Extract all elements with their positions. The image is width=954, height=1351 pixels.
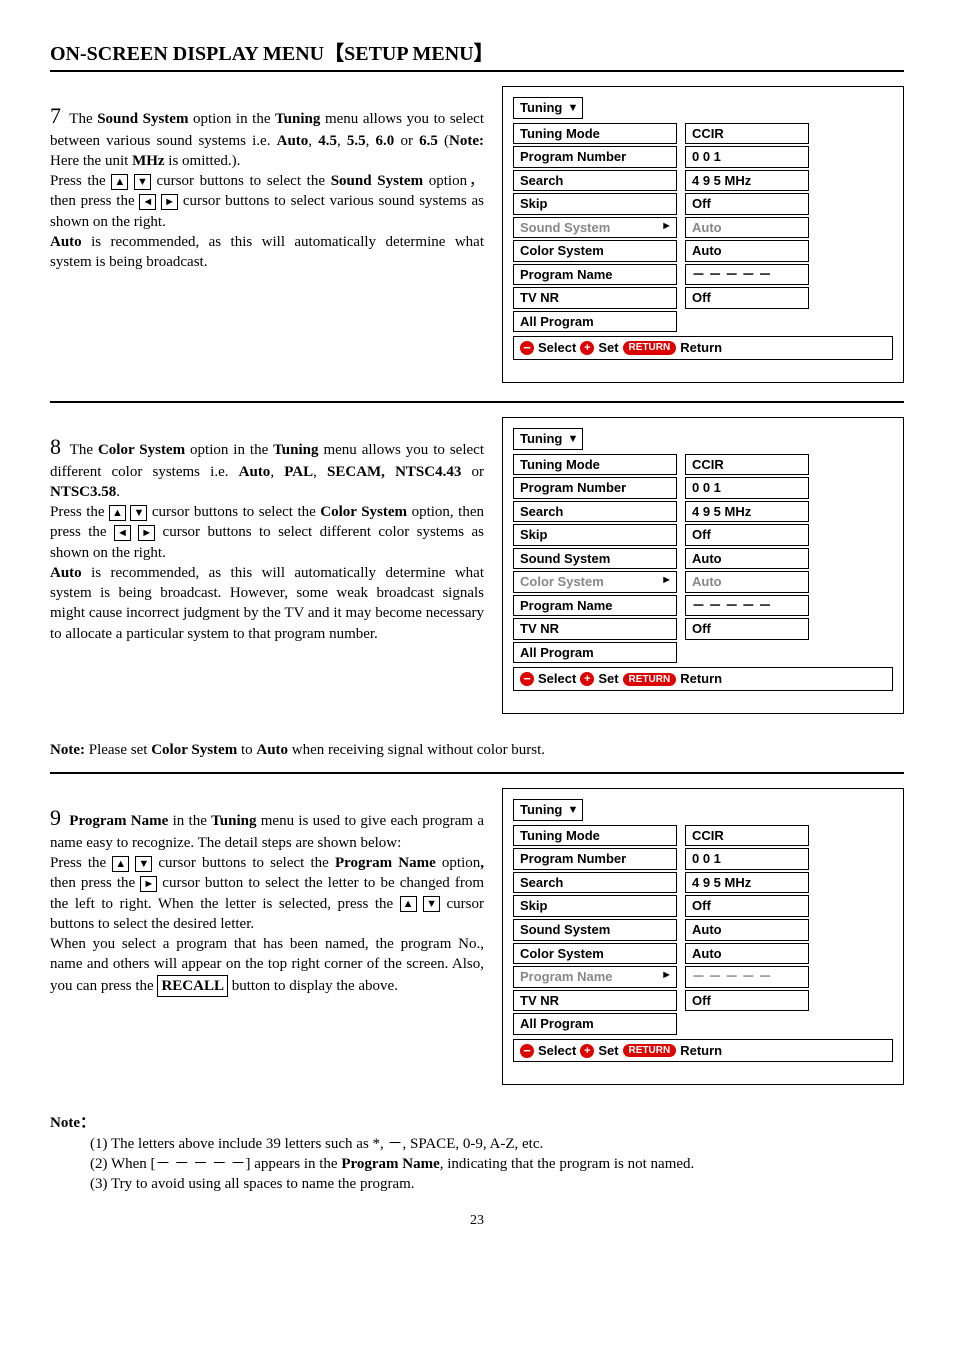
left-icon: ◄ [114,525,131,541]
return-pill: RETURN [623,673,677,687]
up-icon: ▲ [400,896,417,912]
plus-icon: + [580,341,594,355]
sec9-num: 9 [50,805,61,830]
down-icon: ▼ [423,896,440,912]
plus-icon: + [580,672,594,686]
menu-row-skip[interactable]: SkipOff [513,193,893,215]
up-icon: ▲ [111,174,128,190]
menu-row-all[interactable]: All Program [513,1013,893,1035]
bracket-open: 【 [324,41,344,65]
title-a: ON-SCREEN DISPLAY MENU [50,43,324,65]
menu-row-pname[interactable]: Program Name－ － － － － [513,595,893,617]
section-7-text: 7 The Sound System option in the Tuning … [50,86,484,383]
up-icon: ▲ [112,856,129,872]
return-pill: RETURN [623,1044,677,1058]
note-3: (3) Try to avoid using all spaces to nam… [90,1174,904,1194]
menu-row-color[interactable]: Color SystemAuto [513,240,893,262]
menu-title: Tuning▼ [513,799,583,821]
sec8-num: 8 [50,434,61,459]
minus-icon: − [520,1044,534,1058]
menu-footer: −Select +Set RETURNReturn [513,336,893,360]
section-9-text: 9 Program Name in the Tuning menu is use… [50,788,484,1085]
menu-row-pnum[interactable]: Program Number0 0 1 [513,477,893,499]
right-icon: ► [161,194,178,210]
menu-row-color[interactable]: Color System►Auto [513,571,893,593]
recall-button-label: RECALL [157,975,228,997]
menu-row-search[interactable]: Search4 9 5 MHz [513,170,893,192]
menu-row-tvnr[interactable]: TV NROff [513,990,893,1012]
left-icon: ◄ [139,194,156,210]
menu-row-sound[interactable]: Sound SystemAuto [513,919,893,941]
menu-row-color[interactable]: Color SystemAuto [513,943,893,965]
menu-row-mode[interactable]: Tuning ModeCCIR [513,123,893,145]
menu-row-mode[interactable]: Tuning ModeCCIR [513,454,893,476]
title-b: SETUP MENU [344,43,473,65]
note-heading: Note： [50,1115,95,1131]
menu-footer: −Select +Set RETURNReturn [513,667,893,691]
menu-row-tvnr[interactable]: TV NROff [513,287,893,309]
menu-row-mode[interactable]: Tuning ModeCCIR [513,825,893,847]
right-icon: ► [138,525,155,541]
menu-row-all[interactable]: All Program [513,311,893,333]
chevron-down-icon: ▼ [567,803,578,818]
note-intermediate: Note: Please set Color System to Auto wh… [50,740,904,774]
plus-icon: + [580,1044,594,1058]
right-arrow-icon: ► [661,219,672,234]
menu-row-pname[interactable]: Program Name－ － － － － [513,264,893,286]
menu-footer: −Select +Set RETURNReturn [513,1039,893,1063]
footer-notes: Note： (1) The letters above include 39 l… [50,1113,904,1194]
menu-row-sound[interactable]: Sound System►Auto [513,217,893,239]
page-number: 23 [50,1212,904,1231]
menu-row-pnum[interactable]: Program Number0 0 1 [513,848,893,870]
chevron-down-icon: ▼ [567,432,578,447]
minus-icon: − [520,672,534,686]
section-8-text: 8 The Color System option in the Tuning … [50,417,484,714]
menu-7: Tuning▼ Tuning ModeCCIR Program Number0 … [502,86,904,383]
menu-row-skip[interactable]: SkipOff [513,895,893,917]
chevron-down-icon: ▼ [567,101,578,116]
menu-title: Tuning▼ [513,428,583,450]
right-arrow-icon: ► [661,968,672,983]
page-title: ON-SCREEN DISPLAY MENU【SETUP MENU】 [50,40,904,72]
menu-row-search[interactable]: Search4 9 5 MHz [513,501,893,523]
right-arrow-icon: ► [661,573,672,588]
minus-icon: − [520,341,534,355]
menu-row-pnum[interactable]: Program Number0 0 1 [513,146,893,168]
menu-row-tvnr[interactable]: TV NROff [513,618,893,640]
menu-row-pname[interactable]: Program Name►－ － － － － [513,966,893,988]
section-8: 8 The Color System option in the Tuning … [50,417,904,732]
bracket-close: 】 [474,41,494,65]
up-icon: ▲ [109,505,126,521]
menu-row-all[interactable]: All Program [513,642,893,664]
menu-row-sound[interactable]: Sound SystemAuto [513,548,893,570]
down-icon: ▼ [134,174,151,190]
sec7-num: 7 [50,103,61,128]
note-1: (1) The letters above include 39 letters… [90,1134,904,1154]
down-icon: ▼ [130,505,147,521]
menu-8: Tuning▼ Tuning ModeCCIR Program Number0 … [502,417,904,714]
menu-row-skip[interactable]: SkipOff [513,524,893,546]
section-7: 7 The Sound System option in the Tuning … [50,86,904,403]
menu-title: Tuning▼ [513,97,583,119]
right-icon: ► [140,876,157,892]
menu-9: Tuning▼ Tuning ModeCCIR Program Number0 … [502,788,904,1085]
return-pill: RETURN [623,341,677,355]
down-icon: ▼ [135,856,152,872]
section-9: 9 Program Name in the Tuning menu is use… [50,788,904,1103]
menu-row-search[interactable]: Search4 9 5 MHz [513,872,893,894]
note-2: (2) When [－ － － － －] appears in the Prog… [90,1154,904,1174]
